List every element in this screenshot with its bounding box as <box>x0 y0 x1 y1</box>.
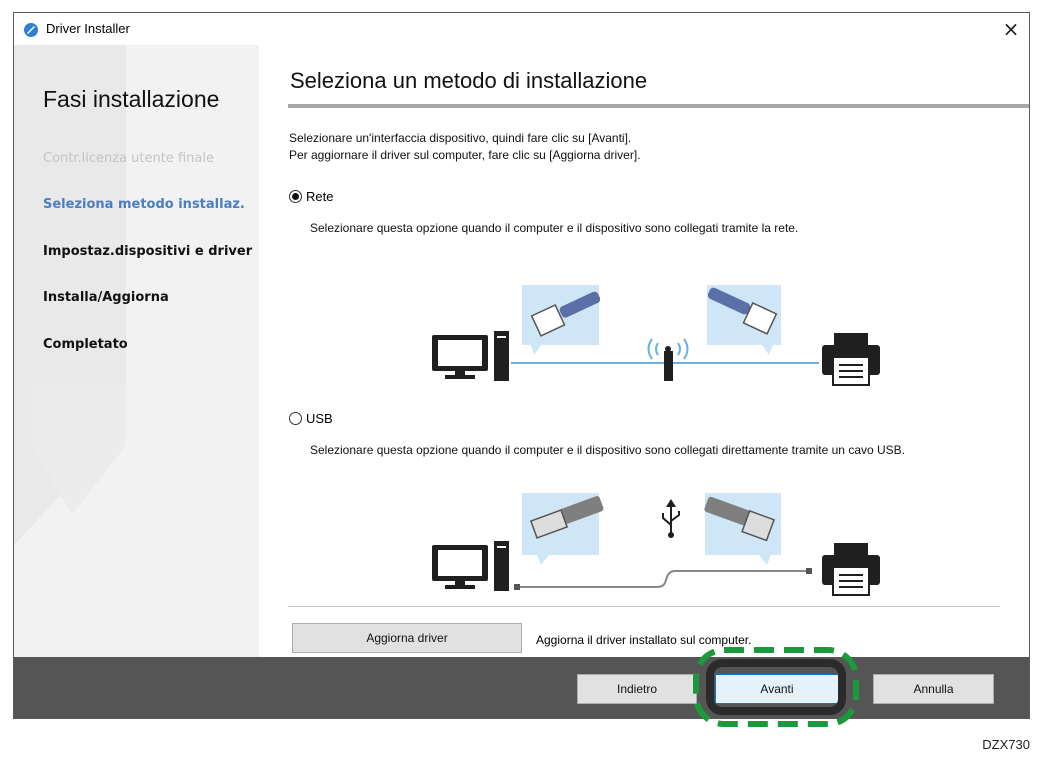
sidebar-title: Fasi installazione <box>43 86 220 112</box>
network-radio[interactable] <box>289 190 302 203</box>
step-install-update: Installa/Aggiorna <box>43 290 169 305</box>
close-icon: × <box>1002 17 1020 41</box>
update-driver-description: Aggiorna il driver installato sul comput… <box>536 633 752 647</box>
printer-icon <box>822 333 880 386</box>
back-button[interactable]: Indietro <box>577 674 697 704</box>
close-button[interactable]: × <box>993 13 1029 45</box>
app-icon <box>24 23 38 37</box>
step-license: Contr.licenza utente finale <box>43 151 214 166</box>
cancel-button[interactable]: Annulla <box>873 674 994 704</box>
title-bar: Driver Installer × <box>14 13 1029 45</box>
computer-icon <box>432 331 509 381</box>
usb-radio[interactable] <box>289 412 302 425</box>
step-select-method: Seleziona metodo installaz. <box>43 197 245 212</box>
instruction-line-1: Selezionare un'interfaccia dispositivo, … <box>289 131 632 145</box>
network-illustration <box>432 285 880 386</box>
computer-icon <box>432 541 509 591</box>
installer-window: Driver Installer × Fasi installazione Co… <box>13 12 1030 719</box>
network-description: Selezionare questa opzione quando il com… <box>310 221 799 235</box>
step-completed: Completato <box>43 337 128 352</box>
usb-symbol-icon <box>662 499 680 538</box>
router-icon <box>647 338 689 381</box>
option-network[interactable]: Rete <box>289 189 333 204</box>
usb-radio-label[interactable]: USB <box>306 411 333 426</box>
printer-icon <box>822 543 880 596</box>
network-cable-bubble-left <box>522 285 601 355</box>
sidebar: Fasi installazione Contr.licenza utente … <box>14 45 259 657</box>
window-title: Driver Installer <box>46 21 130 36</box>
usb-cable <box>517 570 807 588</box>
main-panel: Seleziona un metodo di installazione Sel… <box>259 45 1029 657</box>
usb-a-bubble <box>522 493 604 565</box>
figure-caption: DZX730 <box>982 737 1030 752</box>
update-driver-button[interactable]: Aggiorna driver <box>292 623 522 653</box>
usb-b-bubble <box>704 493 781 565</box>
page-title: Seleziona un metodo di installazione <box>290 68 648 93</box>
network-radio-label[interactable]: Rete <box>306 189 333 204</box>
next-button-highlight <box>693 647 859 727</box>
step-device-settings: Impostaz.dispositivi e driver <box>43 244 253 259</box>
instruction-line-2: Per aggiornare il driver sul computer, f… <box>289 148 641 162</box>
usb-illustration <box>432 493 880 596</box>
heading-divider <box>288 104 1029 108</box>
option-usb[interactable]: USB <box>289 411 333 426</box>
usb-description: Selezionare questa opzione quando il com… <box>310 443 906 457</box>
network-cable-bubble-right <box>707 285 781 355</box>
section-divider <box>288 606 1000 607</box>
